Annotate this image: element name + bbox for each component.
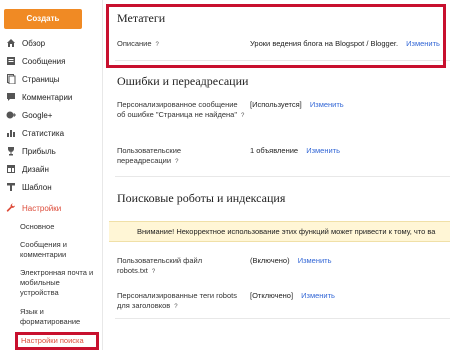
section-title-robots: Поисковые роботы и индексация — [117, 191, 286, 205]
edit-redirects-link[interactable]: Изменить — [306, 146, 340, 155]
pages-icon — [6, 74, 16, 84]
redirects-label: Пользовательские переадресации? — [117, 146, 182, 167]
earnings-icon — [6, 146, 16, 156]
sidebar-item-label: Прибыль — [22, 146, 56, 156]
settings-sub-language[interactable]: Язык и форматирование — [20, 307, 100, 327]
help-icon[interactable]: ? — [152, 267, 155, 277]
template-icon — [6, 182, 16, 192]
google-plus-icon — [6, 110, 16, 120]
divider — [115, 176, 450, 177]
warning-banner: Внимание! Некорректное использование эти… — [109, 221, 450, 242]
sidebar-item-label: Сообщения — [22, 56, 66, 66]
stats-icon — [6, 128, 16, 138]
help-icon[interactable]: ? — [241, 111, 244, 121]
sidebar-item-template[interactable]: Шаблон — [0, 179, 100, 195]
highlight-box-meta-tags — [106, 4, 446, 68]
edit-robots-tags-link[interactable]: Изменить — [301, 291, 335, 300]
divider — [115, 318, 450, 319]
sidebar-item-label: Настройки — [22, 203, 62, 213]
help-icon[interactable]: ? — [174, 302, 177, 312]
posts-icon — [6, 56, 16, 66]
sidebar-item-google-plus[interactable]: Google+ — [0, 107, 100, 123]
create-post-button[interactable]: Создать сообщение — [4, 9, 82, 43]
sidebar-item-layout[interactable]: Дизайн — [0, 161, 100, 177]
sidebar-item-pages[interactable]: Страницы — [0, 71, 100, 87]
sidebar-item-earnings[interactable]: Прибыль — [0, 143, 100, 159]
robots-tags-value: [Отключено] Изменить — [250, 291, 335, 300]
comments-icon — [6, 92, 16, 102]
sidebar-item-label: Статистика — [22, 128, 65, 138]
sidebar-item-settings[interactable]: Настройки — [0, 200, 100, 216]
robots-txt-label: Пользовательский файл robots.txt? — [117, 256, 203, 277]
edit-error-page-link[interactable]: Изменить — [310, 100, 344, 109]
robots-txt-value: (Включено) Изменить — [250, 256, 332, 265]
sidebar-item-label: Google+ — [22, 110, 53, 120]
sidebar-item-posts[interactable]: Сообщения — [0, 53, 100, 69]
settings-sub-email-mobile[interactable]: Электронная почта и мобильные устройства — [20, 268, 100, 298]
sidebar-item-label: Дизайн — [22, 164, 49, 174]
sidebar-item-label: Страницы — [22, 74, 60, 84]
sidebar-item-comments[interactable]: Комментарии — [0, 89, 100, 105]
sidebar-item-label: Комментарии — [22, 92, 73, 102]
sidebar-item-stats[interactable]: Статистика — [0, 125, 100, 141]
error-page-value: [Используется] Изменить — [250, 100, 344, 109]
settings-sub-posts-comments[interactable]: Сообщения и комментарии — [20, 240, 100, 260]
layout-icon — [6, 164, 16, 174]
section-title-errors: Ошибки и переадресации — [117, 74, 249, 88]
home-icon — [6, 38, 16, 48]
settings-sub-basic[interactable]: Основное — [20, 222, 100, 232]
warning-text: Внимание! Некорректное использование эти… — [137, 227, 436, 236]
redirects-value: 1 объявление Изменить — [250, 146, 341, 155]
wrench-icon — [6, 203, 16, 213]
sidebar: Создать сообщение Обзор Сообщения Страни… — [0, 0, 103, 350]
edit-robots-txt-link[interactable]: Изменить — [298, 256, 332, 265]
robots-tags-label: Персонализированные теги robots для заго… — [117, 291, 237, 312]
sidebar-item-label: Шаблон — [22, 182, 52, 192]
error-page-label: Персонализированное сообщение об ошибке … — [117, 100, 245, 121]
highlight-box-search-preferences — [15, 332, 99, 350]
sidebar-item-overview[interactable]: Обзор — [0, 35, 100, 51]
help-icon[interactable]: ? — [175, 157, 178, 167]
sidebar-item-label: Обзор — [22, 38, 46, 48]
